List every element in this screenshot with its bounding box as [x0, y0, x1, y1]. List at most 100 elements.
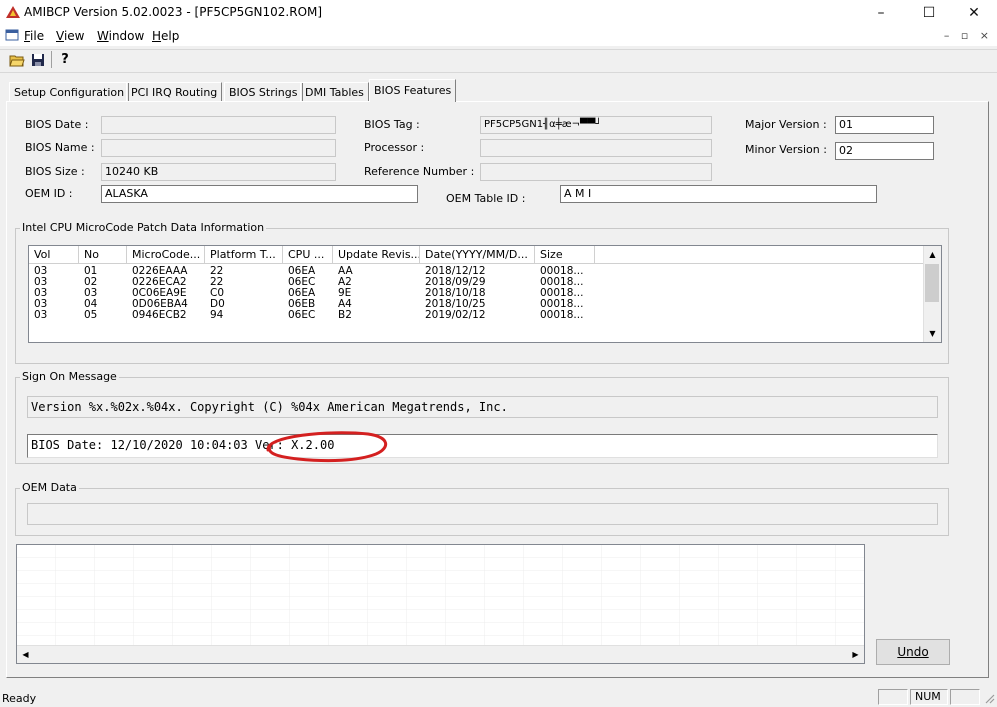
cell-cpu: 06EC — [288, 277, 316, 288]
menu-window-label: indow — [108, 29, 145, 43]
cell-cpu: 06EA — [288, 266, 316, 277]
minor-version-label: Minor Version : — [745, 143, 827, 156]
bios-size-field[interactable]: 10240 KB — [101, 163, 336, 181]
toolbar — [0, 49, 997, 73]
menu-window[interactable]: Window — [97, 29, 144, 43]
scroll-down-arrow-icon[interactable]: ▼ — [924, 325, 941, 342]
mdi-document-icon[interactable] — [5, 28, 19, 42]
major-version-field[interactable]: 01 — [835, 116, 934, 134]
tab-setup-configuration[interactable]: Setup Configuration — [9, 82, 130, 102]
cell-vol: 03 — [34, 299, 48, 310]
red-circle-annotation — [266, 431, 387, 463]
minimize-button[interactable]: – — [858, 0, 904, 26]
cell-cpu: 06EA — [288, 288, 316, 299]
menu-file-label: ile — [30, 29, 45, 43]
toolbar-separator — [51, 51, 52, 68]
mdi-window-controls[interactable]: – ▫ × — [944, 29, 993, 42]
cell-date: 2018/12/12 — [425, 266, 486, 277]
bios-name-label: BIOS Name : — [25, 141, 95, 154]
amibcp-app-icon — [6, 6, 20, 18]
status-text: Ready — [2, 692, 37, 705]
column-header-vol[interactable]: Vol — [29, 246, 79, 264]
bios-size-label: BIOS Size : — [25, 165, 85, 178]
menu-bar — [0, 26, 997, 46]
cell-platform-type: 22 — [210, 277, 224, 288]
window-title: AMIBCP Version 5.02.0023 - [PF5CP5GN102.… — [24, 5, 323, 19]
microcode-group-title: Intel CPU MicroCode Patch Data Informati… — [20, 221, 267, 234]
bios-date-label: BIOS Date : — [25, 118, 89, 131]
cell-date: 2019/02/12 — [425, 310, 486, 321]
oem-data-group-title: OEM Data — [20, 481, 79, 494]
processor-field[interactable] — [480, 139, 712, 157]
microcode-list[interactable]: Vol No MicroCode... Platform T... CPU ..… — [28, 245, 942, 343]
bios-date-field[interactable] — [101, 116, 336, 134]
resize-grip-icon[interactable] — [983, 692, 995, 704]
cell-update-revision: A2 — [338, 277, 352, 288]
scroll-thumb[interactable] — [925, 264, 939, 302]
maximize-button[interactable]: ☐ — [906, 0, 952, 26]
column-header-platform-type[interactable]: Platform T... — [205, 246, 283, 264]
data-grid[interactable]: ◀ ▶ — [16, 544, 865, 664]
status-pane-num: NUM — [910, 689, 948, 705]
cell-size: 00018... — [540, 266, 584, 277]
scroll-up-arrow-icon[interactable]: ▲ — [924, 246, 941, 263]
close-button[interactable]: ✕ — [951, 0, 997, 26]
bios-tag-label: BIOS Tag : — [364, 118, 420, 131]
cell-platform-type: 94 — [210, 310, 224, 321]
menu-view[interactable]: View — [56, 29, 84, 43]
oem-id-field[interactable]: ALASKA — [101, 185, 418, 203]
open-folder-icon[interactable] — [8, 51, 26, 68]
oem-table-id-label: OEM Table ID : — [446, 192, 526, 205]
bios-tag-field[interactable]: PF5CP5GN1╢α╪æ¬▀▀┘ — [480, 116, 712, 134]
horizontal-scrollbar[interactable]: ◀ ▶ — [17, 645, 864, 663]
bios-name-field[interactable] — [101, 139, 336, 157]
oem-table-id-field[interactable]: A M I — [560, 185, 877, 203]
cell-microcode: 0226EAAA — [132, 266, 188, 277]
vertical-scrollbar[interactable]: ▲ ▼ — [923, 246, 941, 342]
cell-update-revision: B2 — [338, 310, 352, 321]
table-row[interactable]: 03 02 0226ECA2 22 06EC A2 2018/09/29 00018... — [29, 277, 925, 288]
cell-vol: 03 — [34, 277, 48, 288]
cell-size: 00018... — [540, 310, 584, 321]
table-row[interactable]: 03 05 0946ECB2 94 06EC B2 2019/02/12 00018... — [29, 310, 925, 321]
column-header-update-revision[interactable]: Update Revis... — [333, 246, 420, 264]
scroll-left-arrow-icon[interactable]: ◀ — [17, 646, 34, 663]
status-bar — [0, 685, 997, 706]
column-header-size[interactable]: Size — [535, 246, 595, 264]
sign-on-group-title: Sign On Message — [20, 370, 119, 383]
sign-on-line-2[interactable]: BIOS Date: 12/10/2020 10:04:03 Ver: X.2.… — [27, 434, 938, 458]
sign-on-line-1[interactable]: Version %x.%02x.%04x. Copyright (C) %04x… — [27, 396, 938, 418]
table-row[interactable]: 03 03 0C06EA9E C0 06EA 9E 2018/10/18 00018... — [29, 288, 925, 299]
menu-window-mnemonic: W — [97, 29, 109, 43]
minor-version-field[interactable]: 02 — [835, 142, 934, 160]
cell-platform-type: 22 — [210, 266, 224, 277]
reference-number-label: Reference Number : — [364, 165, 475, 178]
oem-data-field[interactable] — [27, 503, 938, 525]
cell-cpu: 06EB — [288, 299, 316, 310]
tab-bios-features[interactable]: BIOS Features — [369, 79, 457, 102]
column-header-no[interactable]: No — [79, 246, 127, 264]
column-header-cpu[interactable]: CPU ... — [283, 246, 333, 264]
cell-no: 03 — [84, 288, 98, 299]
menu-view-label: iew — [63, 29, 85, 43]
oem-id-label: OEM ID : — [25, 187, 73, 200]
cell-date: 2018/09/29 — [425, 277, 486, 288]
undo-button[interactable]: Undo — [876, 639, 950, 665]
table-row[interactable]: 03 01 0226EAAA 22 06EA AA 2018/12/12 00018... — [29, 266, 925, 277]
scroll-right-arrow-icon[interactable]: ▶ — [847, 646, 864, 663]
cell-microcode: 0946ECB2 — [132, 310, 187, 321]
tab-bios-strings[interactable]: BIOS Strings — [224, 82, 303, 102]
tab-dmi-tables[interactable]: DMI Tables — [300, 82, 369, 102]
table-row[interactable]: 03 04 0D06EBA4 D0 06EB A4 2018/10/25 00018... — [29, 299, 925, 310]
processor-label: Processor : — [364, 141, 425, 154]
menu-help[interactable]: Help — [152, 29, 179, 43]
column-header-date[interactable]: Date(YYYY/MM/D... — [420, 246, 535, 264]
save-disk-icon[interactable] — [29, 51, 47, 68]
status-pane-caps — [878, 689, 908, 705]
reference-number-field[interactable] — [480, 163, 712, 181]
tab-pci-irq-routing[interactable]: PCI IRQ Routing — [126, 82, 223, 102]
column-header-microcode[interactable]: MicroCode... — [127, 246, 205, 264]
menu-file[interactable]: File — [24, 29, 44, 43]
help-question-icon[interactable]: ? — [56, 51, 74, 68]
cell-platform-type: D0 — [210, 299, 225, 310]
